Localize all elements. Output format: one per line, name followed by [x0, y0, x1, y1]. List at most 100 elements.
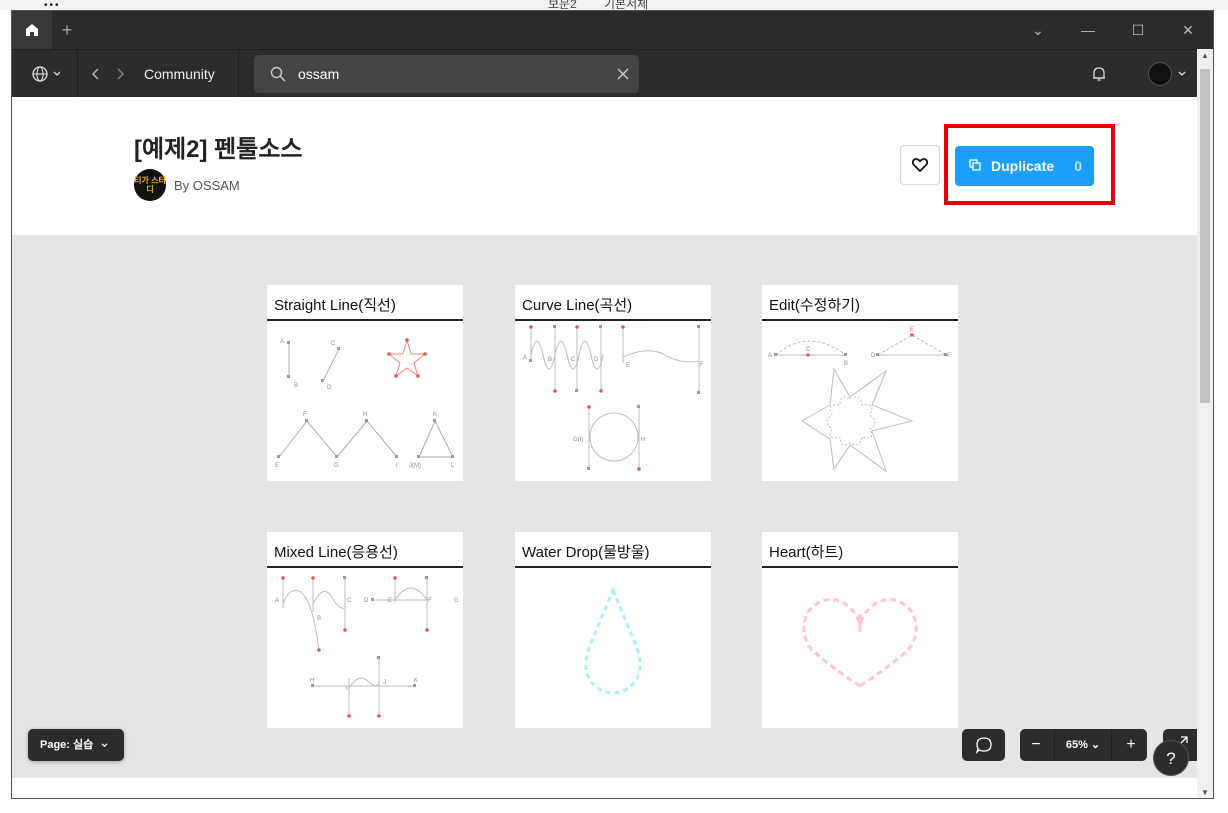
zoom-controls: − 65% ⌄ + — [1020, 729, 1147, 761]
help-button[interactable]: ? — [1153, 740, 1189, 776]
globe-icon — [32, 66, 60, 82]
svg-text:H: H — [363, 412, 367, 418]
frame-mixed-line[interactable]: Mixed Line(응용선) A B C D E F G H I J K — [267, 532, 463, 728]
minimize-button[interactable]: — — [1063, 11, 1113, 49]
svg-text:J: J — [383, 680, 386, 686]
close-button[interactable]: ✕ — [1163, 11, 1213, 49]
language-button[interactable] — [22, 50, 70, 98]
home-icon — [26, 24, 38, 36]
vertical-scrollbar[interactable]: ▲ ▼ — [1197, 49, 1213, 798]
comment-button[interactable] — [962, 729, 1005, 761]
notifications-button[interactable] — [1084, 50, 1114, 98]
screen: ••• 보문2 기본서체 + ⌄ — ☐ ✕ Community ossam [… — [0, 0, 1228, 813]
svg-text:G: G — [454, 598, 459, 604]
chevron-down-icon — [1178, 71, 1186, 76]
svg-text:F: F — [428, 598, 432, 604]
bell-icon — [1093, 67, 1105, 81]
avatar-text: 티가 스터디 — [134, 176, 166, 194]
svg-text:K: K — [433, 412, 437, 418]
breadcrumb-community[interactable]: Community — [144, 50, 215, 98]
straight-line-illustration: A B C D E F G H I J(M) K L — [275, 338, 455, 469]
svg-text:G(I): G(I) — [573, 437, 583, 443]
svg-text:E: E — [388, 598, 392, 604]
frame-title: Heart(하트) — [769, 544, 844, 561]
curve-line-illustration: A B C D E F G(I) H — [523, 325, 704, 471]
frame-water-drop[interactable]: Water Drop(물방울) — [515, 532, 711, 728]
author-avatar[interactable]: 티가 스터디 — [134, 169, 166, 201]
scroll-down-arrow[interactable]: ▼ — [1197, 786, 1213, 798]
author-byline[interactable]: By OSSAM — [174, 178, 240, 193]
page-label: Page: 실습 — [40, 739, 94, 751]
zoom-out-button[interactable]: − — [1020, 729, 1052, 761]
svg-text:E: E — [910, 327, 914, 333]
zoom-in-button[interactable]: + — [1115, 729, 1147, 761]
svg-text:C: C — [347, 598, 352, 604]
background-dots: ••• — [44, 0, 61, 10]
svg-text:L: L — [451, 463, 455, 469]
search-icon — [270, 66, 286, 82]
svg-text:C: C — [571, 357, 576, 363]
highlight-annotation — [944, 124, 1115, 205]
svg-text:B: B — [844, 361, 848, 367]
svg-text:B: B — [548, 357, 552, 363]
home-tab[interactable] — [12, 11, 52, 49]
comment-icon — [975, 737, 992, 754]
file-title: [예제2] 펜툴소스 — [134, 136, 303, 163]
top-toolbar: Community ossam — [12, 49, 1213, 98]
file-canvas[interactable]: Straight Line(직선) A B C D E F G H I J(M)… — [12, 235, 1197, 778]
frame-title: Curve Line(곡선) — [522, 297, 633, 314]
zoom-value: 65% — [1065, 739, 1088, 751]
svg-text:F: F — [700, 362, 704, 368]
account-menu[interactable] — [1144, 50, 1190, 98]
clear-icon[interactable] — [617, 68, 629, 80]
svg-text:D: D — [364, 598, 369, 604]
zoom-level-dropdown[interactable]: 65% ⌄ — [1054, 729, 1112, 761]
chevron-down-icon — [101, 743, 108, 748]
frame-title: Mixed Line(응용선) — [274, 544, 398, 561]
tab-list-chevron[interactable]: ⌄ — [1013, 11, 1063, 49]
maximize-button[interactable]: ☐ — [1113, 11, 1163, 49]
file-header: [예제2] 펜툴소스 티가 스터디 By OSSAM Duplicate 0 — [12, 97, 1197, 235]
svg-text:D: D — [871, 353, 876, 359]
svg-text:H: H — [310, 678, 314, 684]
search-input[interactable]: ossam — [298, 55, 339, 93]
mixed-line-illustration: A B C D E F G H I J K — [275, 576, 459, 718]
back-button[interactable] — [86, 50, 106, 98]
water-drop-illustration — [584, 586, 642, 695]
title-bar: + ⌄ — ☐ ✕ — [12, 11, 1213, 49]
new-tab-button[interactable]: + — [56, 19, 78, 41]
heart-icon — [912, 158, 928, 172]
svg-text:A: A — [768, 353, 772, 359]
avatar — [1148, 62, 1172, 86]
scroll-thumb[interactable] — [1200, 69, 1210, 403]
edit-illustration: A B C D E F — [768, 327, 951, 473]
svg-text:K: K — [414, 678, 418, 684]
svg-text:A: A — [275, 598, 279, 604]
figma-window: + ⌄ — ☐ ✕ Community ossam [예제2] 펜툴소스 티가 … — [11, 10, 1214, 799]
like-button[interactable] — [900, 145, 940, 185]
svg-text:D: D — [594, 357, 599, 363]
svg-text:H: H — [641, 437, 645, 443]
scroll-up-arrow[interactable]: ▲ — [1197, 49, 1213, 63]
forward-button[interactable] — [110, 50, 130, 98]
frame-curve-line[interactable]: Curve Line(곡선) A B C D E F G(I) H — [515, 285, 711, 481]
svg-text:G: G — [334, 463, 339, 469]
svg-text:F: F — [947, 353, 951, 359]
frame-title: Water Drop(물방울) — [522, 544, 650, 561]
svg-text:E: E — [275, 463, 279, 469]
background-text-2: 기본서체 — [604, 0, 649, 10]
frame-heart[interactable]: Heart(하트) — [762, 532, 958, 728]
frame-straight-line[interactable]: Straight Line(직선) A B C D E F G H I J(M)… — [267, 285, 463, 481]
frame-title: Edit(수정하기) — [769, 297, 861, 314]
heart-illustration — [802, 598, 918, 688]
svg-text:I: I — [396, 463, 398, 469]
svg-text:F: F — [303, 412, 307, 418]
frame-edit[interactable]: Edit(수정하기) A B C D E F — [762, 285, 958, 481]
svg-text:B: B — [317, 616, 321, 622]
svg-text:I: I — [346, 686, 348, 692]
page-selector[interactable]: Page: 실습 — [28, 729, 124, 761]
svg-text:C: C — [806, 347, 811, 353]
svg-text:D: D — [327, 385, 332, 391]
search-bar[interactable]: ossam — [254, 55, 639, 93]
svg-text:B: B — [294, 383, 298, 389]
